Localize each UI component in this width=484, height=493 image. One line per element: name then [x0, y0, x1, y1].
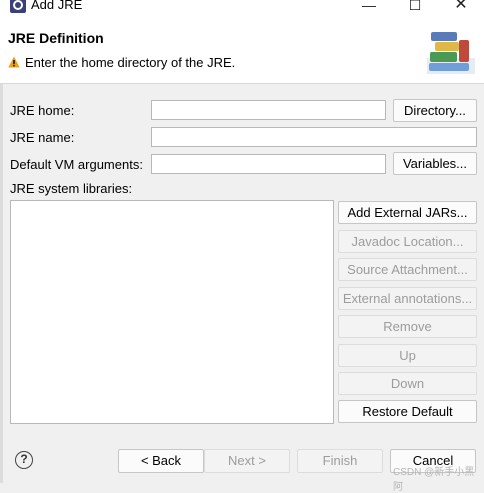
warning-icon	[8, 56, 20, 68]
system-libraries-label: JRE system libraries:	[10, 181, 133, 196]
back-button[interactable]: < Back	[118, 449, 204, 473]
restore-default-button[interactable]: Restore Default	[338, 400, 477, 423]
vm-arguments-input[interactable]	[151, 154, 386, 174]
minimize-button[interactable]: —	[355, 0, 383, 14]
up-button[interactable]: Up	[338, 344, 477, 367]
down-button[interactable]: Down	[338, 372, 477, 395]
javadoc-location-button[interactable]: Javadoc Location...	[338, 230, 477, 253]
header-message: Enter the home directory of the JRE.	[25, 55, 236, 70]
remove-button[interactable]: Remove	[338, 315, 477, 338]
jre-name-input[interactable]	[151, 127, 477, 147]
next-button[interactable]: Next >	[204, 449, 290, 473]
library-books-icon	[427, 32, 475, 74]
jre-name-label: JRE name:	[10, 130, 75, 145]
watermark-text: CSDN @新手小黑阿	[393, 467, 475, 493]
external-annotations-button[interactable]: External annotations...	[338, 287, 477, 310]
source-attachment-button[interactable]: Source Attachment...	[338, 258, 477, 281]
page-title: JRE Definition	[8, 30, 104, 46]
jre-home-input[interactable]	[151, 100, 386, 120]
jre-home-label: JRE home:	[10, 103, 75, 118]
vm-arguments-label: Default VM arguments:	[10, 157, 143, 172]
system-libraries-list[interactable]	[10, 200, 334, 424]
add-external-jars-button[interactable]: Add External JARs...	[338, 201, 477, 224]
variables-button[interactable]: Variables...	[393, 152, 477, 175]
finish-button[interactable]: Finish	[297, 449, 383, 473]
maximize-button[interactable]: ☐	[401, 0, 429, 14]
window-title: Add JRE	[31, 0, 83, 12]
wizard-header: JRE Definition Enter the home directory …	[0, 17, 484, 84]
directory-button[interactable]: Directory...	[393, 99, 477, 122]
help-icon[interactable]: ?	[15, 451, 33, 469]
close-button[interactable]: ✕	[447, 0, 475, 14]
eclipse-app-icon	[10, 0, 26, 13]
title-bar: Add JRE — ☐ ✕	[0, 0, 484, 17]
